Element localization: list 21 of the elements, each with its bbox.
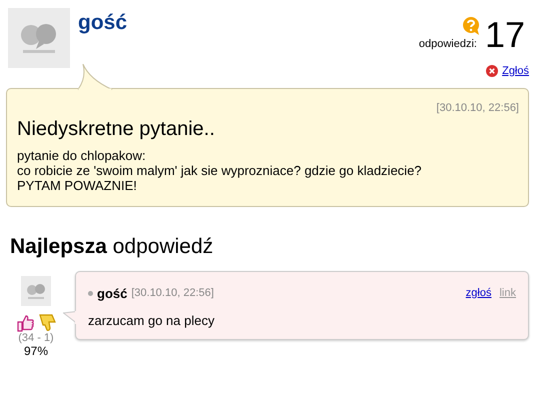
question-title: Niedyskretne pytanie.. <box>17 117 216 141</box>
question-body: pytanie do chlopakow: co robicie ze 'swoim malym' jak sie wyprozniace? gdzie go kladziecie? PYTAM POWAZNIE! <box>17 148 423 193</box>
avatar-image <box>8 8 70 68</box>
report-link[interactable]: Zgłoś <box>502 62 529 79</box>
thumbs-up-icon[interactable] <box>16 314 34 332</box>
vote-count: (34 - 1) <box>18 332 54 344</box>
close-icon <box>486 64 498 77</box>
author-name[interactable]: gość <box>78 11 128 34</box>
section-heading: Najlepsza odpowiedź <box>10 234 214 260</box>
answers-count: 17 <box>484 16 525 52</box>
post-date: [30.10.10, 22:56] <box>131 286 214 301</box>
thumbs-down-icon[interactable] <box>38 314 56 332</box>
answers-label: odpowiedzi: <box>418 37 477 52</box>
avatar-image <box>21 276 51 306</box>
report-link[interactable]: zgłoś <box>466 285 492 302</box>
question-icon <box>460 16 481 36</box>
status-dot <box>88 290 93 296</box>
vote-percent: 97% <box>24 344 48 358</box>
author-name[interactable]: gość <box>97 284 128 303</box>
post-date: [30.10.10, 22:56] <box>436 102 519 114</box>
answer-text: zarzucam go na plecy <box>88 312 216 330</box>
